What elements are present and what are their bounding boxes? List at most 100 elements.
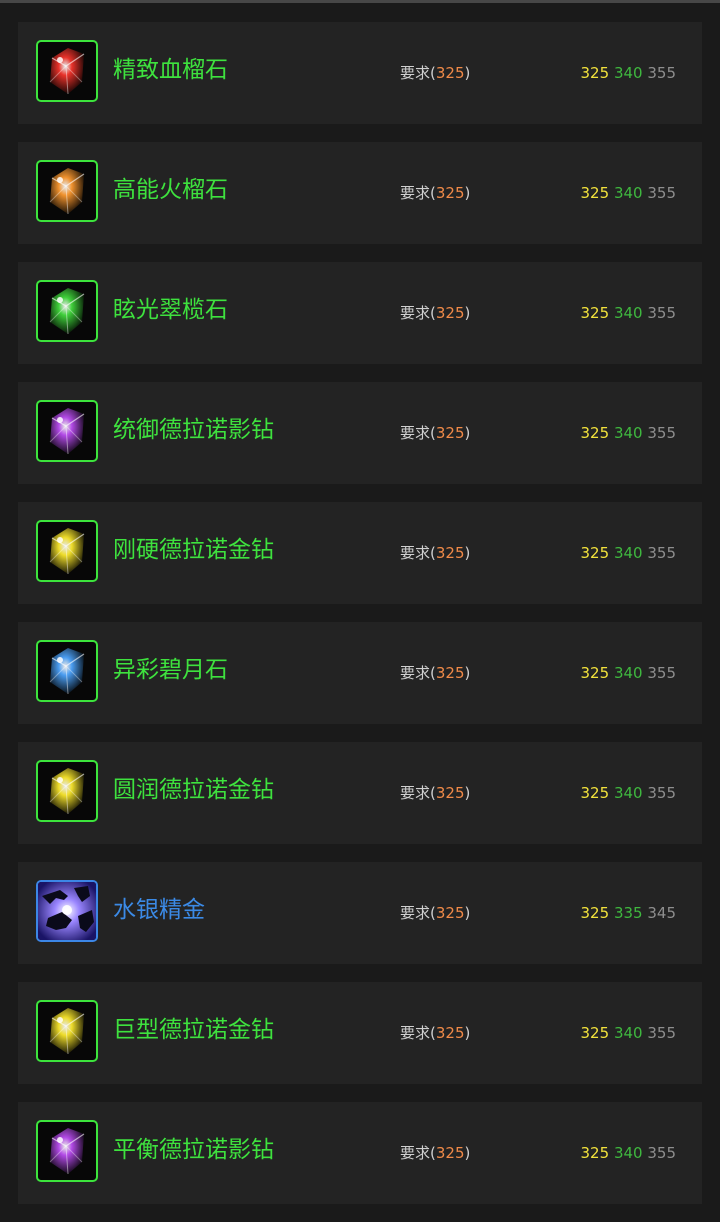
requirement-text: 要求(325) bbox=[400, 422, 470, 444]
item-name[interactable]: 精致血榴石 bbox=[113, 53, 228, 87]
requirement-prefix: 要求( bbox=[400, 904, 436, 922]
item-name[interactable]: 水银精金 bbox=[113, 893, 205, 927]
skill-level-green: 340 bbox=[613, 184, 643, 202]
item-name[interactable]: 眩光翠榄石 bbox=[113, 293, 228, 327]
skill-level-green: 340 bbox=[613, 784, 643, 802]
skill-level-yellow: 325 bbox=[580, 1024, 610, 1042]
skill-levels: 325 340 355 bbox=[581, 1022, 676, 1044]
skill-level-grey: 355 bbox=[647, 1144, 676, 1162]
requirement-text: 要求(325) bbox=[400, 782, 470, 804]
skill-level-green: 340 bbox=[613, 544, 643, 562]
requirement-prefix: 要求( bbox=[400, 184, 436, 202]
skill-level-grey: 355 bbox=[647, 544, 676, 562]
requirement-level: 325 bbox=[435, 904, 465, 922]
requirement-suffix: ) bbox=[464, 784, 471, 802]
skill-level-yellow: 325 bbox=[580, 664, 610, 682]
requirement-suffix: ) bbox=[464, 424, 471, 442]
requirement-text: 要求(325) bbox=[400, 1142, 470, 1164]
requirement-prefix: 要求( bbox=[400, 1024, 436, 1042]
requirement-level: 325 bbox=[435, 1024, 465, 1042]
green-gem-icon[interactable] bbox=[36, 280, 98, 342]
requirement-level: 325 bbox=[435, 304, 465, 322]
orange-gem-icon[interactable] bbox=[36, 160, 98, 222]
skill-level-yellow: 325 bbox=[580, 1144, 610, 1162]
skill-levels: 325 340 355 bbox=[581, 1142, 676, 1164]
recipe-row[interactable]: 平衡德拉诺影钻 要求(325) 325 340 355 bbox=[18, 1102, 702, 1204]
skill-level-grey: 355 bbox=[647, 424, 676, 442]
requirement-text: 要求(325) bbox=[400, 302, 470, 324]
skill-level-grey: 355 bbox=[647, 664, 676, 682]
recipe-list: 精致血榴石 要求(325) 325 340 355 高能火榴石 要求(325) … bbox=[18, 22, 702, 1222]
skill-level-yellow: 325 bbox=[580, 424, 610, 442]
blue-gem-icon[interactable] bbox=[36, 640, 98, 702]
skill-level-yellow: 325 bbox=[580, 904, 610, 922]
item-name[interactable]: 圆润德拉诺金钻 bbox=[113, 773, 274, 807]
skill-level-grey: 345 bbox=[647, 904, 676, 922]
recipe-row[interactable]: 高能火榴石 要求(325) 325 340 355 bbox=[18, 142, 702, 244]
requirement-prefix: 要求( bbox=[400, 424, 436, 442]
requirement-suffix: ) bbox=[464, 184, 471, 202]
requirement-suffix: ) bbox=[464, 1024, 471, 1042]
requirement-level: 325 bbox=[435, 1144, 465, 1162]
skill-levels: 325 340 355 bbox=[581, 302, 676, 324]
requirement-level: 325 bbox=[435, 64, 465, 82]
yellow-gem-icon[interactable] bbox=[36, 1000, 98, 1062]
requirement-prefix: 要求( bbox=[400, 544, 436, 562]
recipe-row[interactable]: 异彩碧月石 要求(325) 325 340 355 bbox=[18, 622, 702, 724]
skill-levels: 325 340 355 bbox=[581, 422, 676, 444]
skill-level-green: 335 bbox=[613, 904, 643, 922]
item-name[interactable]: 巨型德拉诺金钻 bbox=[113, 1013, 274, 1047]
requirement-suffix: ) bbox=[464, 1144, 471, 1162]
yellow-gem-icon[interactable] bbox=[36, 520, 98, 582]
requirement-suffix: ) bbox=[464, 304, 471, 322]
red-gem-icon[interactable] bbox=[36, 40, 98, 102]
recipe-row[interactable]: 巨型德拉诺金钻 要求(325) 325 340 355 bbox=[18, 982, 702, 1084]
skill-level-grey: 355 bbox=[647, 64, 676, 82]
skill-level-yellow: 325 bbox=[580, 544, 610, 562]
skill-levels: 325 340 355 bbox=[581, 542, 676, 564]
requirement-level: 325 bbox=[435, 424, 465, 442]
requirement-text: 要求(325) bbox=[400, 182, 470, 204]
requirement-text: 要求(325) bbox=[400, 902, 470, 924]
requirement-suffix: ) bbox=[464, 904, 471, 922]
skill-level-green: 340 bbox=[613, 664, 643, 682]
requirement-prefix: 要求( bbox=[400, 1144, 436, 1162]
requirement-suffix: ) bbox=[464, 664, 471, 682]
requirement-suffix: ) bbox=[464, 544, 471, 562]
requirement-text: 要求(325) bbox=[400, 662, 470, 684]
skill-level-yellow: 325 bbox=[580, 784, 610, 802]
skill-level-green: 340 bbox=[613, 1144, 643, 1162]
requirement-level: 325 bbox=[435, 784, 465, 802]
requirement-level: 325 bbox=[435, 664, 465, 682]
skill-levels: 325 340 355 bbox=[581, 182, 676, 204]
skill-level-grey: 355 bbox=[647, 304, 676, 322]
skill-level-yellow: 325 bbox=[580, 304, 610, 322]
skill-level-green: 340 bbox=[613, 64, 643, 82]
item-name[interactable]: 异彩碧月石 bbox=[113, 653, 228, 687]
requirement-suffix: ) bbox=[464, 64, 471, 82]
purple-gem-icon[interactable] bbox=[36, 1120, 98, 1182]
recipe-row[interactable]: 统御德拉诺影钻 要求(325) 325 340 355 bbox=[18, 382, 702, 484]
requirement-text: 要求(325) bbox=[400, 1022, 470, 1044]
requirement-prefix: 要求( bbox=[400, 64, 436, 82]
recipe-row[interactable]: 圆润德拉诺金钻 要求(325) 325 340 355 bbox=[18, 742, 702, 844]
skill-level-grey: 355 bbox=[647, 784, 676, 802]
item-name[interactable]: 刚硬德拉诺金钻 bbox=[113, 533, 274, 567]
skill-level-grey: 355 bbox=[647, 184, 676, 202]
purple-gem-icon[interactable] bbox=[36, 400, 98, 462]
recipe-row[interactable]: 刚硬德拉诺金钻 要求(325) 325 340 355 bbox=[18, 502, 702, 604]
requirement-prefix: 要求( bbox=[400, 304, 436, 322]
yellow-gem-icon[interactable] bbox=[36, 760, 98, 822]
skill-level-green: 340 bbox=[613, 424, 643, 442]
item-name[interactable]: 高能火榴石 bbox=[113, 173, 228, 207]
item-name[interactable]: 统御德拉诺影钻 bbox=[113, 413, 274, 447]
alchemy-hands-icon[interactable] bbox=[36, 880, 98, 942]
item-name[interactable]: 平衡德拉诺影钻 bbox=[113, 1133, 274, 1167]
requirement-text: 要求(325) bbox=[400, 542, 470, 564]
recipe-row[interactable]: 水银精金 要求(325) 325 335 345 bbox=[18, 862, 702, 964]
requirement-prefix: 要求( bbox=[400, 664, 436, 682]
skill-level-green: 340 bbox=[613, 1024, 643, 1042]
recipe-row[interactable]: 精致血榴石 要求(325) 325 340 355 bbox=[18, 22, 702, 124]
skill-levels: 325 340 355 bbox=[581, 782, 676, 804]
recipe-row[interactable]: 眩光翠榄石 要求(325) 325 340 355 bbox=[18, 262, 702, 364]
